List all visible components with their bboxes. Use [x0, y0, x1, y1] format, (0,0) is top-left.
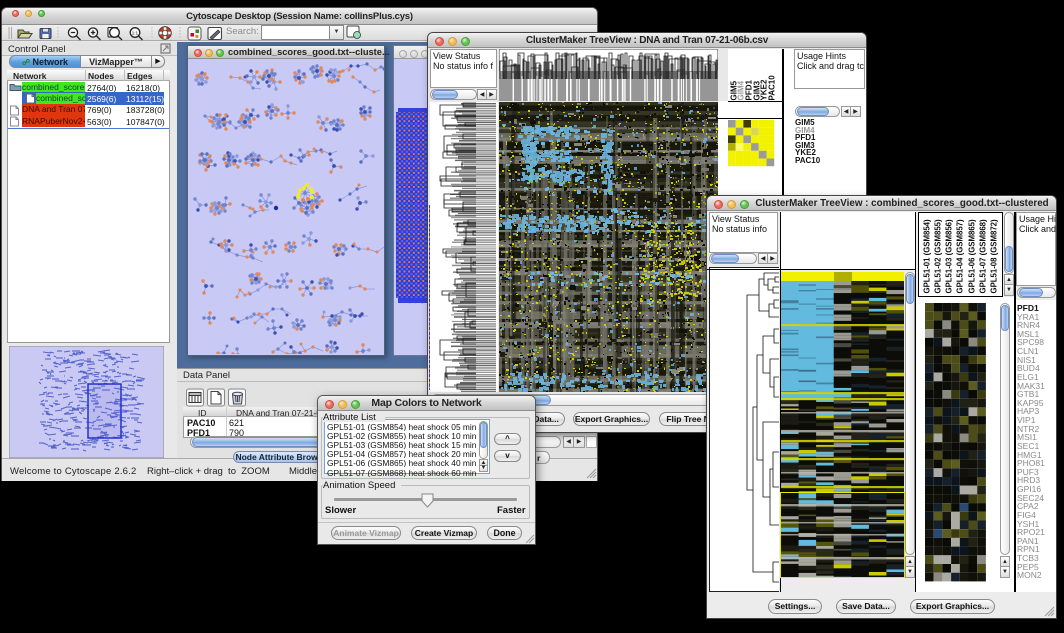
svg-text:1:1: 1:1 — [132, 31, 139, 36]
